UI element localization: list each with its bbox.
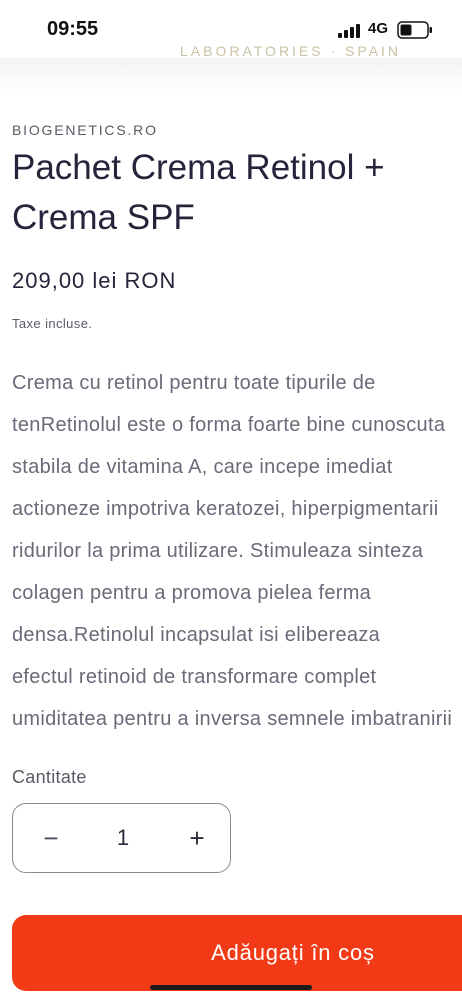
description-line: densa.Retinolul incapsulat isi elibereaz… [12,624,381,646]
description-line: tenRetinolul este o forma foarte bine cu… [12,414,446,436]
battery-icon [397,21,432,39]
product-description: Crema cu retinol pentru toate tipurile d… [12,362,462,742]
home-indicator [150,985,312,990]
description-line: umiditatea pentru a inversa semnele imba… [12,708,453,730]
description-line: Crema cu retinol pentru toate tipurile d… [12,372,376,394]
status-time: 09:55 [47,18,99,40]
product-page: 09:55 4G LABORATORIES · SPAIN BIOGENETIC… [0,0,462,999]
description-line: colagen pentru a promova pielea ferma [12,582,372,604]
network-type: 4G [368,20,389,37]
cellular-signal-icon [338,24,360,38]
quantity-decrease-button[interactable]: − [33,816,69,860]
description-line: efectul retinoid de transformare complet [12,666,377,688]
product-title: Pachet Crema Retinol + Crema SPF [12,148,385,237]
product-vendor[interactable]: BIOGENETICS.RO [12,122,158,138]
product-price: 209,00 lei RON [12,268,177,293]
quantity-stepper: − 1 + [12,803,231,873]
quantity-input[interactable]: 1 [103,816,143,860]
description-line: ridurilor la prima utilizare. Stimuleaza… [12,540,424,562]
description-line: stabila de vitamina A, care incepe imedi… [12,456,393,478]
description-line: actioneze impotriva keratozei, hiperpigm… [12,498,439,520]
quantity-label: Cantitate [12,767,87,787]
header-brand-remnant: LABORATORIES · SPAIN [180,46,402,56]
header-shadow [0,58,462,92]
add-to-cart-button[interactable]: Adăugați în coș [12,915,462,991]
quantity-increase-button[interactable]: + [179,816,215,860]
tax-note: Taxe incluse. [12,316,93,331]
